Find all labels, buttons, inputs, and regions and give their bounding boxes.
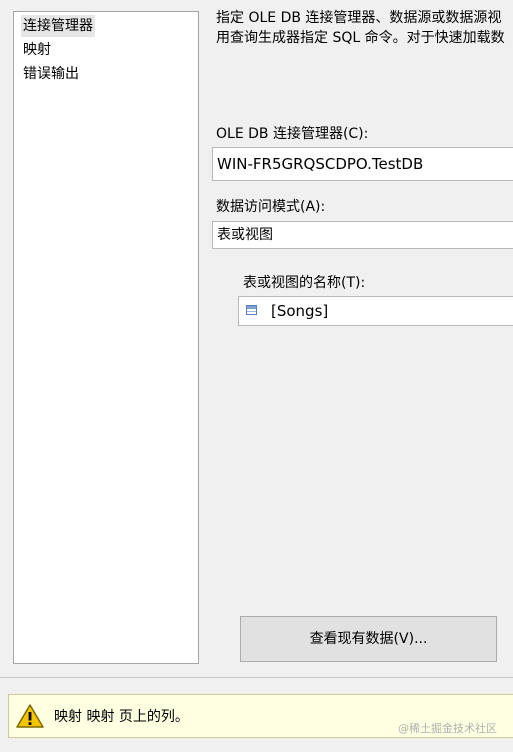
connection-manager-combobox[interactable]: WIN-FR5GRQSCDPO.TestDB — [212, 147, 513, 181]
table-name-combobox[interactable]: [Songs] — [238, 296, 513, 326]
status-separator — [0, 677, 513, 678]
nav-item-connection-manager[interactable]: 连接管理器 — [21, 15, 95, 37]
access-mode-combobox[interactable]: 表或视图 — [212, 221, 513, 249]
description-line-1: 指定 OLE DB 连接管理器、数据源或数据源视 — [216, 10, 502, 26]
watermark-text: @稀土掘金技术社区 — [398, 722, 497, 735]
access-mode-label: 数据访问模式(A): — [216, 199, 326, 215]
description-line-2: 用查询生成器指定 SQL 命令。对于快速加载数 — [216, 30, 505, 46]
nav-item-mapping[interactable]: 映射 — [21, 39, 53, 61]
preview-data-button[interactable]: 查看现有数据(V)... — [240, 616, 497, 662]
table-name-label: 表或视图的名称(T): — [243, 275, 366, 291]
status-message-text: 映射 映射 页上的列。 — [54, 709, 189, 725]
page-navigation-list: 连接管理器 映射 错误输出 — [13, 11, 199, 664]
warning-icon — [16, 703, 44, 729]
description-text: 指定 OLE DB 连接管理器、数据源或数据源视 用查询生成器指定 SQL 命令… — [216, 8, 513, 48]
table-icon — [246, 305, 257, 315]
nav-item-error-output[interactable]: 错误输出 — [21, 63, 81, 85]
connection-manager-label: OLE DB 连接管理器(C): — [216, 126, 369, 142]
